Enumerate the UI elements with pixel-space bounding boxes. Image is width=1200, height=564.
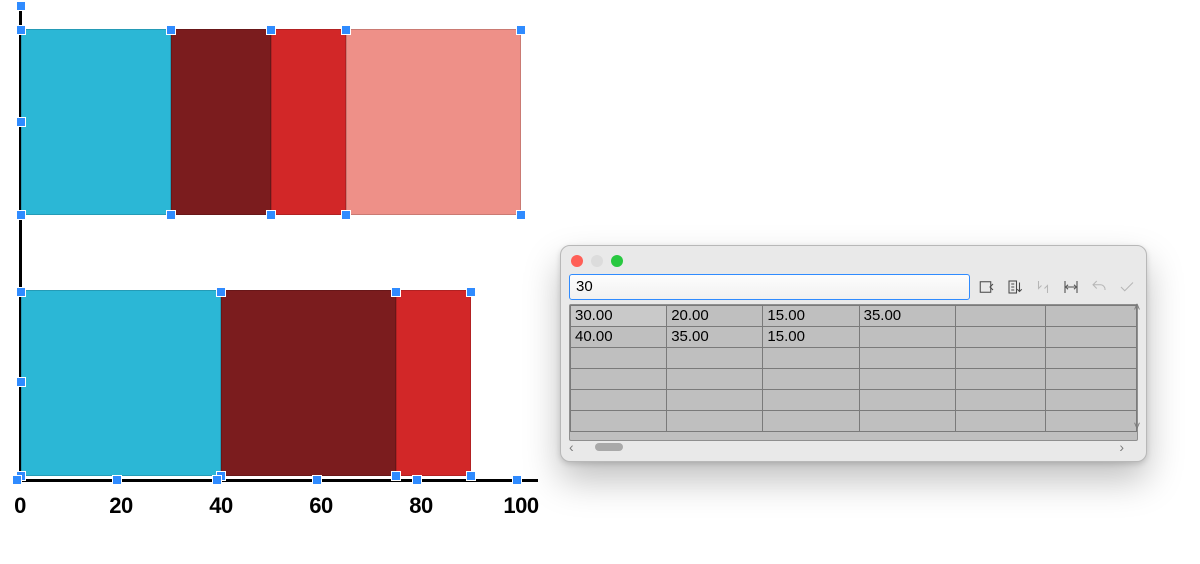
x-tick-5: 100	[503, 495, 538, 517]
segment-s2[interactable]	[221, 290, 396, 476]
x-axis	[14, 479, 538, 482]
zoom-icon[interactable]	[611, 255, 623, 267]
cell-editor-input[interactable]: 30	[569, 274, 970, 300]
chart-canvas[interactable]: 0 20 40 60 80 100	[14, 5, 544, 525]
cell[interactable]	[955, 306, 1046, 327]
segment-s1[interactable]	[21, 29, 171, 215]
cell[interactable]	[859, 327, 955, 348]
scroll-right-icon[interactable]: ›	[1119, 439, 1124, 455]
segment-s3[interactable]	[271, 29, 346, 215]
minimize-icon	[591, 255, 603, 267]
cell[interactable]	[1046, 327, 1137, 348]
data-toolbar: 30	[561, 272, 1146, 304]
segment-s1[interactable]	[21, 290, 221, 476]
table-row: 30.00 20.00 15.00 35.00	[571, 306, 1137, 327]
swap-xy-icon[interactable]	[1032, 277, 1054, 297]
x-tick-1: 20	[109, 495, 132, 517]
table-row	[571, 390, 1137, 411]
confirm-icon[interactable]	[1116, 277, 1138, 297]
x-tick-3: 60	[309, 495, 332, 517]
close-icon[interactable]	[571, 255, 583, 267]
cell[interactable]	[955, 327, 1046, 348]
x-tick-0: 0	[14, 495, 26, 517]
segment-s2[interactable]	[171, 29, 271, 215]
cell[interactable]: 15.00	[763, 306, 859, 327]
x-tick-2: 40	[209, 495, 232, 517]
cell[interactable]: 30.00	[571, 306, 667, 327]
cell[interactable]	[1046, 306, 1137, 327]
table-row	[571, 411, 1137, 432]
cell[interactable]: 35.00	[667, 327, 763, 348]
segment-s4[interactable]	[346, 29, 521, 215]
table-row: 40.00 35.00 15.00	[571, 327, 1137, 348]
window-titlebar[interactable]	[561, 246, 1146, 272]
scroll-thumb[interactable]	[595, 443, 623, 451]
data-editor-window[interactable]: 30 30.00 20.00 15.00 35.00 40.00	[560, 245, 1147, 462]
data-grid[interactable]: 30.00 20.00 15.00 35.00 40.00 35.00 15.0…	[569, 304, 1138, 441]
scroll-left-icon[interactable]: ‹	[569, 439, 574, 455]
sort-rows-icon[interactable]	[1004, 277, 1026, 297]
cell[interactable]: 35.00	[859, 306, 955, 327]
x-tick-4: 80	[409, 495, 432, 517]
scroll-down-icon[interactable]: ˅	[1133, 419, 1140, 433]
cell[interactable]: 20.00	[667, 306, 763, 327]
cell[interactable]: 40.00	[571, 327, 667, 348]
segment-s3[interactable]	[396, 290, 471, 476]
resize-columns-icon[interactable]	[1060, 277, 1082, 297]
scroll-up-icon[interactable]: ˄	[1133, 300, 1140, 314]
cell[interactable]: 15.00	[763, 327, 859, 348]
horizontal-scrollbar[interactable]: ‹ ›	[569, 439, 1124, 455]
undo-icon[interactable]	[1088, 277, 1110, 297]
vertical-scrollbar[interactable]: ˄ ˅	[1130, 300, 1144, 433]
import-icon[interactable]	[976, 277, 998, 297]
table-row	[571, 348, 1137, 369]
table-row	[571, 369, 1137, 390]
